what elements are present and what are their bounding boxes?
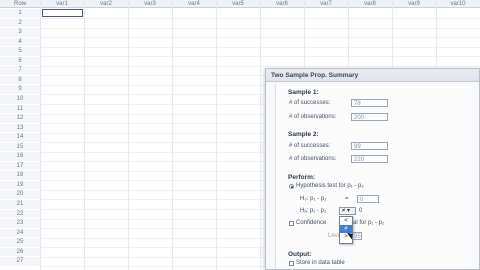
row-number[interactable]: 11 — [0, 104, 40, 114]
row-number[interactable]: 15 — [0, 142, 40, 152]
column-header-var7[interactable]: var7 — [304, 0, 348, 8]
h0-label: H₀: p₁ - p₂ — [300, 196, 327, 202]
column-header-var8[interactable]: var8 — [348, 0, 392, 8]
row-number[interactable]: 26 — [0, 247, 40, 257]
h0-value-input[interactable]: 0 — [357, 195, 379, 203]
confidence-interval-label: Confidence — [296, 220, 327, 226]
dialog-title: Two Sample Prop. Summary — [266, 69, 479, 82]
sample1-successes-label: # of successes: — [289, 100, 331, 106]
option-less-than[interactable]: < — [340, 217, 352, 225]
column-header-var9[interactable]: var9 — [392, 0, 436, 8]
row-number[interactable]: 21 — [0, 200, 40, 209]
row-number[interactable]: 27 — [0, 257, 40, 266]
perform-heading: Perform: — [288, 174, 316, 181]
row-number[interactable]: 22 — [0, 209, 40, 219]
store-in-table-label: Store in data table — [296, 260, 345, 266]
sample2-successes-input[interactable]: 99 — [351, 142, 388, 150]
row-number[interactable]: 20 — [0, 190, 40, 200]
column-header-var4[interactable]: var4 — [172, 0, 216, 8]
column-header-var1[interactable]: var1 — [40, 0, 84, 8]
row-number[interactable]: 9 — [0, 85, 40, 94]
row-number[interactable]: 2 — [0, 18, 40, 28]
row-number[interactable]: 12 — [0, 114, 40, 123]
sample1-heading: Sample 1: — [288, 89, 319, 96]
row-number[interactable]: 14 — [0, 133, 40, 142]
row-number[interactable]: 16 — [0, 152, 40, 161]
sample1-observations-label: # of observations: — [289, 114, 337, 120]
row-number[interactable]: 23 — [0, 219, 40, 228]
column-header-var5[interactable]: var5 — [216, 0, 260, 8]
row-number[interactable]: 19 — [0, 180, 40, 190]
ha-operator-value: ≠ — [342, 208, 346, 214]
row-number[interactable]: 1 — [0, 9, 40, 18]
confidence-interval-radio[interactable] — [289, 221, 294, 226]
row-number[interactable]: 24 — [0, 228, 40, 238]
ha-operator-dropdown[interactable]: < ≠ > — [339, 216, 353, 244]
row-number[interactable]: 4 — [0, 37, 40, 47]
row-number[interactable]: 8 — [0, 75, 40, 85]
row-number[interactable]: 13 — [0, 123, 40, 133]
sample1-successes-input[interactable]: 78 — [351, 99, 388, 107]
column-header-var3[interactable]: var3 — [128, 0, 172, 8]
h0-operator: = — [345, 196, 349, 202]
sample2-heading: Sample 2: — [288, 131, 319, 138]
row-number[interactable]: 3 — [0, 28, 40, 37]
row-number[interactable]: 17 — [0, 161, 40, 171]
column-header-var10[interactable]: var10 — [436, 0, 480, 8]
hypothesis-test-radio[interactable] — [289, 184, 294, 189]
column-header-var2[interactable]: var2 — [84, 0, 128, 8]
confidence-interval-suffix: al for p₁ - p₂ — [353, 220, 385, 226]
ha-operator-select[interactable]: ≠ ▾ — [339, 207, 356, 215]
store-in-table-checkbox[interactable] — [289, 261, 294, 266]
row-number[interactable]: 5 — [0, 47, 40, 56]
hypothesis-test-label: Hypothesis test for p₁ - p₂ — [296, 183, 364, 189]
column-header-var6[interactable]: var6 — [260, 0, 304, 8]
row-number[interactable]: 10 — [0, 94, 40, 104]
sample1-observations-input[interactable]: 200 — [351, 113, 388, 121]
output-heading: Output: — [288, 251, 312, 258]
row-number[interactable]: 18 — [0, 171, 40, 180]
sample2-observations-input[interactable]: 220 — [351, 155, 388, 163]
chevron-down-icon: ▾ — [346, 208, 350, 214]
sample2-successes-label: # of successes: — [289, 143, 331, 149]
active-cell[interactable] — [42, 9, 83, 17]
ha-trailing-value: 0 — [359, 208, 363, 214]
row-number[interactable]: 7 — [0, 66, 40, 75]
row-number[interactable]: 6 — [0, 56, 40, 66]
row-number[interactable]: 25 — [0, 238, 40, 247]
sample2-observations-label: # of observations: — [289, 156, 337, 162]
ha-label: Hₐ: p₁ - p₂ — [300, 208, 327, 214]
row-header: Row — [0, 0, 40, 8]
